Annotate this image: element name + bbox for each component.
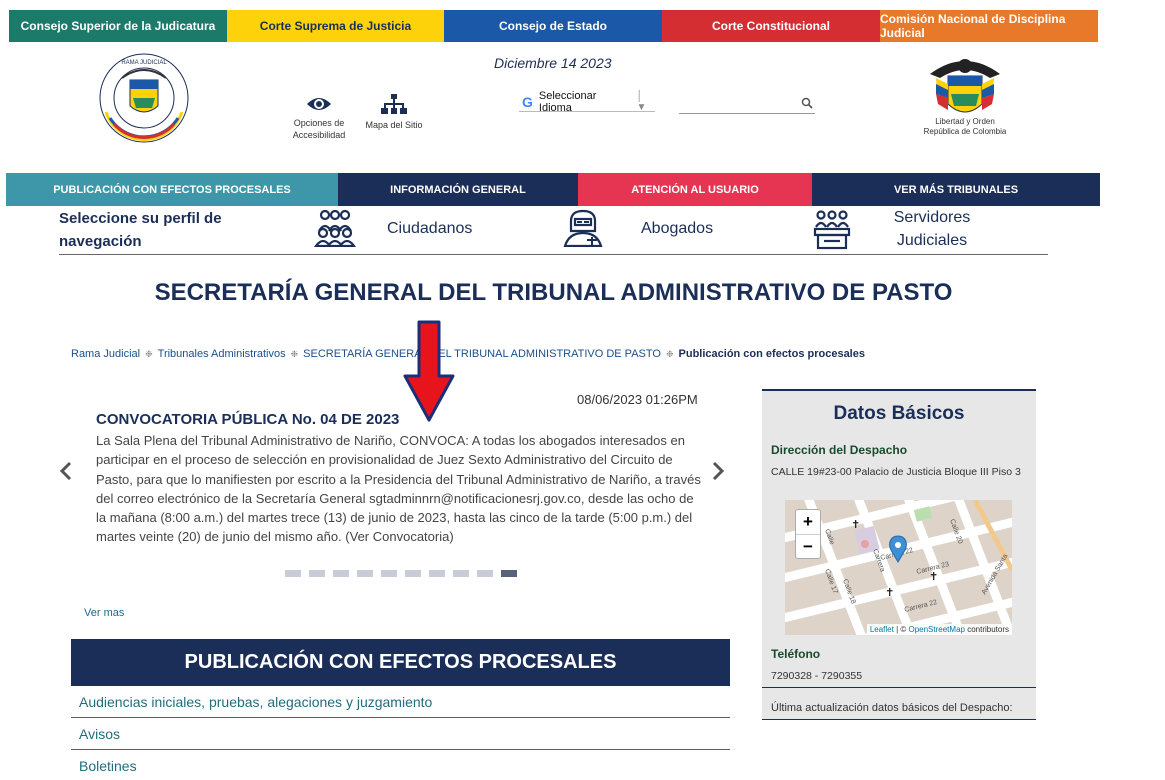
lawyer-icon — [563, 209, 603, 247]
profile-servidores[interactable]: Servidores Judiciales — [813, 206, 977, 252]
actualizacion-text: Última actualización datos básicos del D… — [771, 702, 1013, 714]
profile-ciudadanos[interactable]: Ciudadanos — [313, 209, 472, 247]
entity-top-bar: Consejo Superior de la Judicatura Corte … — [9, 10, 1098, 42]
link-corte-suprema[interactable]: Corte Suprema de Justicia — [227, 10, 444, 42]
breadcrumb-secretaria[interactable]: SECRETARÍA GENERAL DEL TRIBUNAL ADMINIST… — [303, 348, 661, 360]
dropdown-arrow-icon: │ ▼ — [636, 91, 647, 113]
search-input[interactable] — [679, 96, 815, 114]
carousel-dot[interactable] — [285, 570, 301, 577]
current-date: Diciembre 14 2023 — [494, 55, 612, 71]
profile-abogados[interactable]: Abogados — [563, 209, 713, 247]
servants-icon — [813, 210, 851, 250]
leaflet-link[interactable]: Leaflet — [870, 625, 894, 634]
accessibility-label-1: Opciones de — [293, 118, 345, 128]
carousel-prev-icon[interactable] — [58, 461, 74, 481]
svg-text:✝: ✝ — [885, 586, 894, 599]
carousel-title[interactable]: CONVOCATORIA PÚBLICA No. 04 DE 2023 — [96, 411, 399, 428]
carousel-indicators — [285, 570, 525, 577]
carousel-dot[interactable] — [333, 570, 349, 577]
link-comision-disciplina[interactable]: Comisión Nacional de Disciplina Judicial — [880, 10, 1098, 42]
breadcrumb: Rama Judicial ❉ Tribunales Administrativ… — [71, 348, 865, 360]
nav-ver-mas-tribunales[interactable]: VER MÁS TRIBUNALES — [812, 173, 1100, 206]
citizens-icon — [313, 209, 357, 247]
ver-mas-link[interactable]: Ver mas — [84, 607, 124, 619]
accessibility-options[interactable]: Opciones de Accesibilidad — [288, 94, 350, 141]
carousel-dot[interactable] — [501, 570, 517, 577]
osm-link[interactable]: OpenStreetMap — [908, 625, 964, 634]
carousel-dot[interactable] — [309, 570, 325, 577]
sitemap-icon — [381, 94, 407, 114]
coat-caption-line-2: República de Colombia — [923, 127, 1007, 136]
breadcrumb-current: Publicación con efectos procesales — [678, 348, 865, 360]
search-icon[interactable] — [801, 97, 813, 109]
profile-title: Seleccione su perfil de navegación — [59, 210, 222, 250]
main-navigation: PUBLICACIÓN CON EFECTOS PROCESALES INFOR… — [6, 173, 1100, 206]
attribution-text: contributors — [967, 625, 1009, 634]
carousel-next-icon[interactable] — [710, 461, 726, 481]
svg-text:RAMA JUDICIAL: RAMA JUDICIAL — [121, 60, 167, 66]
datos-basicos-title: Datos Básicos — [833, 403, 965, 424]
page-title: SECRETARÍA GENERAL DEL TRIBUNAL ADMINIST… — [154, 279, 953, 306]
nav-atencion-usuario[interactable]: ATENCIÓN AL USUARIO — [578, 173, 812, 206]
carousel-dot[interactable] — [357, 570, 373, 577]
eye-icon — [307, 98, 331, 110]
datos-divider — [762, 687, 1036, 688]
language-label: Seleccionar Idioma — [538, 90, 597, 114]
breadcrumb-separator-icon: ❉ — [145, 348, 153, 359]
rama-judicial-logo[interactable]: RAMA JUDICIAL — [92, 50, 196, 146]
carousel-dot[interactable] — [381, 570, 397, 577]
profile-selector: Seleccione su perfil de navegación Ciuda… — [59, 206, 1048, 255]
sitemap-label: Mapa del Sitio — [365, 120, 423, 130]
carousel-date: 08/06/2023 01:26PM — [577, 392, 698, 407]
nav-informacion-general[interactable]: INFORMACIÓN GENERAL — [338, 173, 578, 206]
direccion-value: CALLE 19#23-00 Palacio de Justicia Bloqu… — [771, 466, 1021, 478]
google-icon: G — [522, 94, 533, 110]
coat-of-arms-caption: Libertad y Orden República de Colombia — [905, 117, 1025, 137]
link-consejo-superior[interactable]: Consejo Superior de la Judicatura — [9, 10, 227, 42]
carousel-dot[interactable] — [405, 570, 421, 577]
carousel-dot[interactable] — [429, 570, 445, 577]
pub-item-avisos[interactable]: Avisos — [71, 718, 730, 750]
svg-text:✝: ✝ — [851, 518, 860, 531]
zoom-in-button[interactable]: + — [796, 510, 820, 534]
accessibility-label-2: Accesibilidad — [292, 130, 346, 140]
direccion-label: Dirección del Despacho — [771, 443, 908, 457]
profile-servidores-label: Servidores Judiciales — [893, 209, 971, 249]
breadcrumb-separator-icon: ❉ — [290, 348, 299, 359]
link-corte-constitucional[interactable]: Corte Constitucional — [662, 10, 880, 42]
profile-abogados-label: Abogados — [641, 219, 714, 237]
location-map[interactable]: Carrera 22 Carrera 23 Carrera 22 Calle 1… — [785, 500, 1012, 635]
carousel-body: La Sala Plena del Tribunal Administrativ… — [96, 433, 701, 545]
coat-caption-line-1: Libertad y Orden — [935, 117, 995, 126]
breadcrumb-separator-icon: ❉ — [665, 348, 674, 359]
publicacion-heading: PUBLICACIÓN CON EFECTOS PROCESALES — [71, 639, 730, 686]
sitemap-link[interactable]: Mapa del Sitio — [362, 94, 426, 131]
link-consejo-estado[interactable]: Consejo de Estado — [444, 10, 662, 42]
carousel-dot[interactable] — [453, 570, 469, 577]
map-attribution: Leaflet | © OpenStreetMap contributors — [866, 624, 1012, 635]
telefono-label: Teléfono — [771, 647, 821, 661]
map-zoom-control: + − — [795, 509, 821, 559]
datos-basicos-panel: Datos Básicos Dirección del Despacho CAL… — [762, 389, 1036, 720]
breadcrumb-tribunales[interactable]: Tribunales Administrativos — [158, 348, 286, 360]
breadcrumb-rama-judicial[interactable]: Rama Judicial — [71, 348, 140, 360]
nav-publicacion[interactable]: PUBLICACIÓN CON EFECTOS PROCESALES — [6, 173, 338, 206]
pub-item-audiencias[interactable]: Audiencias iniciales, pruebas, alegacion… — [71, 686, 730, 718]
svg-text:✝: ✝ — [929, 570, 938, 583]
carousel-dot[interactable] — [477, 570, 493, 577]
red-arrow-icon — [403, 320, 455, 422]
profile-ciudadanos-label: Ciudadanos — [387, 219, 473, 237]
language-selector[interactable]: G Seleccionar Idioma │ ▼ — [519, 90, 655, 114]
telefono-value: 7290328 - 7290355 — [771, 670, 863, 682]
pub-item-boletines[interactable]: Boletines — [71, 750, 730, 780]
zoom-out-button[interactable]: − — [796, 534, 820, 558]
